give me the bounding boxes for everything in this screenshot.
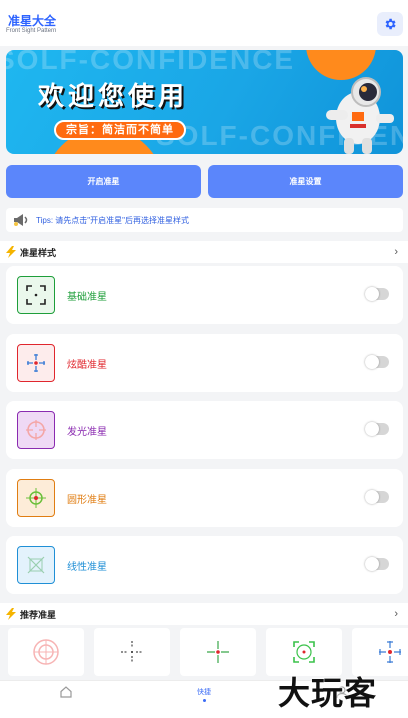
styles-section-title: 准星样式 bbox=[20, 247, 57, 258]
start-crosshair-button[interactable]: 开启准星 bbox=[6, 165, 201, 198]
recommend-item[interactable] bbox=[94, 628, 170, 676]
banner-slogan: 宗旨：简洁而不简单 bbox=[54, 120, 186, 140]
linear-crosshair-icon bbox=[17, 546, 55, 584]
style-card-basic[interactable]: 基础准星 bbox=[6, 266, 403, 324]
style-card-label: 线性准星 bbox=[67, 562, 107, 573]
lightning-icon bbox=[6, 608, 16, 620]
nav-item-shortcut[interactable]: 快捷 bbox=[174, 685, 234, 715]
style-card-round[interactable]: 圆形准星 bbox=[6, 469, 403, 527]
settings-button[interactable] bbox=[377, 12, 403, 36]
app-subtitle: Front Sight Pattern bbox=[6, 28, 57, 34]
cool-crosshair-icon bbox=[17, 344, 55, 382]
banner-deco-text: SOLF-CONFIDENCE bbox=[6, 50, 296, 75]
styles-section-header[interactable]: 准星样式 › bbox=[0, 241, 408, 263]
glow-crosshair-icon bbox=[17, 411, 55, 449]
style-card-linear[interactable]: 线性准星 bbox=[6, 536, 403, 594]
tips-text: Tips: 请先点击"开启准星"后再选择准星样式 bbox=[36, 215, 189, 225]
chevron-right-icon[interactable]: › bbox=[394, 608, 398, 620]
style-toggle[interactable] bbox=[365, 490, 389, 504]
recommend-section-header[interactable]: 推荐准星 › bbox=[0, 603, 408, 625]
megaphone-icon bbox=[14, 214, 28, 226]
round-crosshair-icon bbox=[17, 479, 55, 517]
app-title: 准星大全 bbox=[8, 14, 57, 28]
recommend-item[interactable] bbox=[180, 628, 256, 676]
app-header: 准星大全 Front Sight Pattern bbox=[0, 0, 408, 46]
watermark-text: 大玩客 bbox=[278, 674, 378, 712]
style-toggle[interactable] bbox=[365, 355, 389, 369]
tips-bar: Tips: 请先点击"开启准星"后再选择准星样式 bbox=[6, 208, 403, 232]
astronaut-image bbox=[326, 77, 394, 154]
style-toggle[interactable] bbox=[365, 287, 389, 301]
lightning-icon bbox=[6, 246, 16, 258]
dash-crosshair-icon bbox=[121, 641, 143, 663]
crosshair-settings-button[interactable]: 准星设置 bbox=[208, 165, 403, 198]
nav-item-home[interactable] bbox=[36, 685, 96, 715]
recommend-item[interactable] bbox=[8, 628, 84, 676]
cool-crosshair-icon bbox=[379, 641, 401, 663]
style-card-label: 炫酷准星 bbox=[67, 360, 107, 371]
welcome-banner[interactable]: SOLF-CONFIDENCE SOLF-CONFIDENCE 欢迎您使用 宗旨… bbox=[6, 50, 403, 154]
style-card-cool[interactable]: 炫酷准星 bbox=[6, 334, 403, 392]
home-icon bbox=[60, 686, 72, 698]
banner-title: 欢迎您使用 bbox=[38, 81, 189, 111]
target-crosshair-icon bbox=[33, 639, 59, 665]
nav-active-dot bbox=[202, 699, 206, 702]
style-card-glow[interactable]: 发光准星 bbox=[6, 401, 403, 459]
style-toggle[interactable] bbox=[365, 422, 389, 436]
style-card-label: 发光准星 bbox=[67, 427, 107, 438]
recommend-section-title: 推荐准星 bbox=[20, 609, 57, 620]
chevron-right-icon[interactable]: › bbox=[394, 246, 398, 258]
bracket-crosshair-icon bbox=[293, 641, 315, 663]
color-crosshair-icon bbox=[207, 641, 229, 663]
gear-icon bbox=[385, 18, 396, 30]
style-card-label: 基础准星 bbox=[67, 292, 107, 303]
style-toggle[interactable] bbox=[365, 557, 389, 571]
style-card-label: 圆形准星 bbox=[67, 495, 107, 506]
nav-label: 快捷 bbox=[197, 689, 211, 696]
basic-crosshair-icon bbox=[17, 276, 55, 314]
